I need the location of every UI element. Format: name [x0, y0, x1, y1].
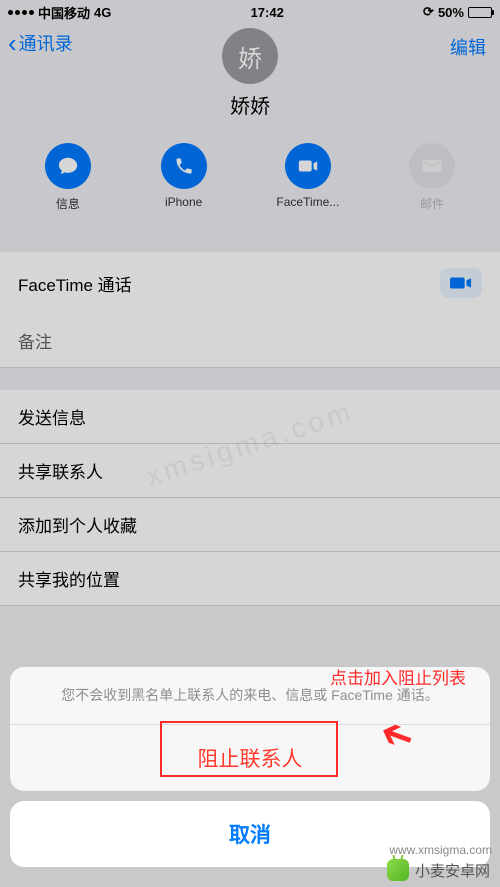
android-logo-icon	[387, 859, 409, 881]
cancel-button[interactable]: 取消	[10, 801, 490, 867]
watermark-brand-text: 小麦安卓网	[415, 860, 490, 881]
action-sheet: 您不会收到黑名单上联系人的来电、信息或 FaceTime 通话。 阻止联系人 取…	[10, 667, 490, 867]
annotation-label: 点击加入阻止列表	[330, 664, 466, 689]
watermark-url: www.xmsigma.com	[389, 843, 492, 857]
watermark-brand: 小麦安卓网	[387, 859, 490, 881]
block-contact-button[interactable]: 阻止联系人	[10, 725, 490, 791]
